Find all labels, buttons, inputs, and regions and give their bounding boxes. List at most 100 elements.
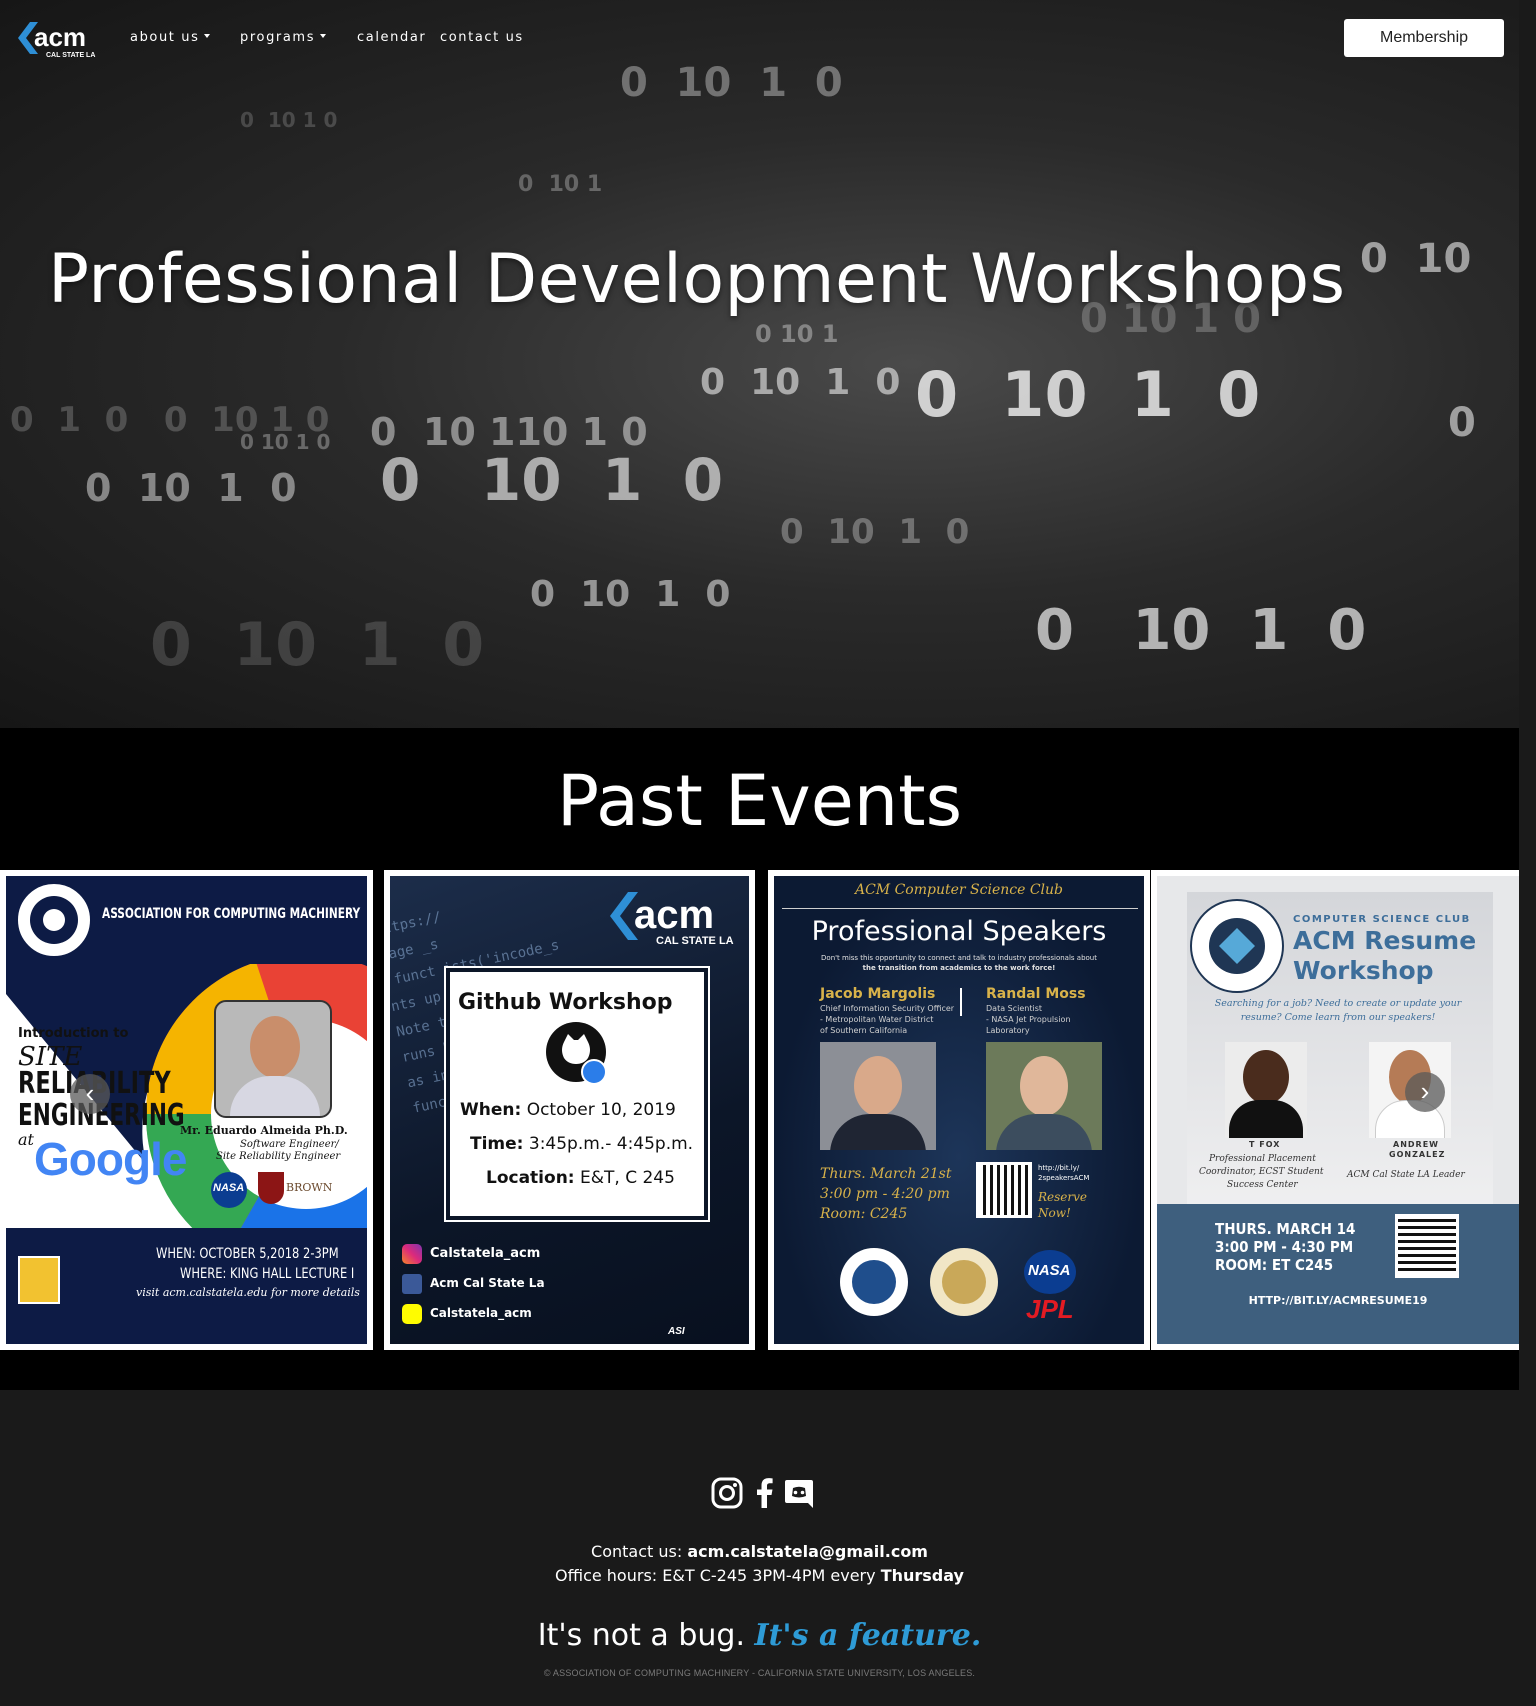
github-location-label: Location: [486,1168,575,1188]
event-poster-speakers[interactable]: ACM Computer Science Club Professional S… [768,870,1150,1350]
poster-company: Google [34,1133,187,1185]
chevron-right-icon: › [1420,1076,1430,1106]
calstatela-logo [18,1256,60,1304]
resume-question1: Searching for a job? Need to create or u… [1214,998,1462,1009]
tagline-part1: It's not a bug. [537,1618,745,1653]
office-hours-line: Office hours: E&T C-245 3PM-4PM every Th… [0,1566,1519,1585]
brown-shield-icon [258,1172,284,1204]
divider [960,988,962,1016]
poster-visit: visit acm.calstatela.edu for more detail… [136,1286,360,1299]
nasa-logo-text: NASA [213,1182,245,1194]
speakers-link1: http://bit.ly/ [1038,1164,1080,1172]
binary-decoration: 0 10 1 0 [380,446,724,514]
speaker1-role2: - Metropolitan Water District [820,1015,934,1024]
speaker1-name: Jacob Margolis [820,986,936,1002]
office-hours-label: Office hours: E&T C-245 3PM-4PM every [555,1566,876,1585]
speaker2-role: ACM Cal State LA Leader [1347,1170,1465,1180]
instagram-icon[interactable] [710,1476,744,1510]
nav-calendar[interactable]: calendar [357,30,426,45]
binary-decoration: 0 10 1 0 [240,108,338,132]
chevron-down-icon [204,34,211,38]
speaker2-photo [986,1042,1102,1150]
poster-facebook: Acm Cal State La [430,1276,545,1290]
qr-code [1395,1214,1459,1278]
binary-decoration: 0 10 1 0 [240,430,331,454]
asi-logo: ASI [668,1326,685,1337]
binary-decoration: 0 10 1 0 [150,610,485,680]
event-poster-github[interactable]: https://kage _s funct ists('incode_s nts … [384,870,755,1350]
tagline: It's not a bug. It's a feature. [0,1618,1519,1653]
nav-contact-us[interactable]: contact us [440,30,524,45]
github-time-label: Time: [470,1134,524,1154]
speaker1-role1: Professional Placement [1209,1154,1316,1164]
poster-at: at [18,1130,34,1149]
github-location: Location: E&T, C 245 [486,1168,675,1188]
acm-logo-poster-text: acm [634,893,714,937]
contact-line: Contact us: acm.calstatela@gmail.com [0,1542,1519,1561]
binary-decoration: 0 10 1 0 [780,512,970,552]
speaker2-name2: GONZALEZ [1389,1150,1446,1159]
acm-seal-icon [1190,899,1284,993]
resume-link: HTTP://BIT.LY/ACMRESUME19 [1248,1294,1428,1307]
acm-logo-poster: acm CAL STATE LA [610,892,734,947]
event-poster-sre[interactable]: ASSOCIATION FOR COMPUTING MACHINERY Intr… [0,870,373,1350]
acm-logo-poster-subtext: CAL STATE LA [656,935,734,947]
binary-decoration: 0 10 1 [518,172,603,197]
speakers-blurb1: Don't miss this opportunity to connect a… [821,954,1097,962]
poster-when: WHEN: OCTOBER 5,2018 2-3PM [156,1246,339,1262]
speaker1-photo [1225,1042,1307,1138]
poster-snapchat: Calstatela_acm [430,1306,532,1320]
membership-button[interactable]: Membership [1344,19,1504,57]
binary-decoration: 0 10 1 0 [700,362,901,403]
nav-about-us[interactable]: about us [130,30,211,45]
speaker2-name1: ANDREW [1393,1140,1439,1149]
resume-question2: resume? Come learn from our speakers! [1240,1012,1436,1023]
acm-seal-icon [840,1248,908,1316]
past-events-title: Past Events [556,760,963,842]
github-when-value: October 10, 2019 [526,1100,676,1120]
speaker2-role3: Laboratory [986,1026,1030,1035]
github-time: Time: 3:45p.m.- 4:45p.m. [470,1134,693,1154]
speaker1-role1: Chief Information Security Officer [820,1004,955,1013]
binary-decoration: 0 [1448,400,1476,446]
speakers-club: ACM Computer Science Club [854,882,1063,898]
github-octocat-icon [546,1022,607,1085]
logo-subtext: CAL STATE LA [46,52,95,59]
speakers-date: Thurs. March 21st [820,1166,952,1182]
acm-logo[interactable]: acm CAL STATE LA [16,16,102,60]
snapchat-icon [402,1304,422,1324]
binary-decoration: 0 10 [1360,236,1472,282]
speaker2-role1: Data Scientist [986,1004,1042,1013]
poster-instagram: Calstatela_acm [430,1246,541,1261]
nasa-logo-text: NASA [1028,1262,1071,1279]
speaker1-role2: Coordinator, ECST Student [1199,1167,1324,1177]
speakers-reserve1: Reserve [1038,1190,1088,1204]
event-poster-resume[interactable]: COMPUTER SCIENCE CLUB ACM Resume Worksho… [1151,870,1519,1350]
instagram-icon [402,1244,422,1264]
resume-club: COMPUTER SCIENCE CLUB [1293,914,1471,925]
poster-intro: Introduction to [18,1026,129,1041]
contact-email-link[interactable]: acm.calstatela@gmail.com [687,1542,928,1561]
past-events-section: Past Events ASSOCIATION FOR COMPUTING MA… [0,728,1519,1390]
speaker1-name: T FOX [1249,1140,1281,1149]
carousel-next-button[interactable]: › [1405,1072,1445,1112]
poster-speaker: Mr. Eduardo Almeida Ph.D. [180,1124,348,1137]
nav-programs-label: programs [240,30,316,45]
binary-decoration: 0 10 110 1 0 [370,410,648,454]
binary-decoration: 0 10 1 0 [915,358,1261,431]
water-district-seal-icon [930,1248,998,1316]
binary-decoration: 0 10 1 0 [530,574,731,615]
facebook-icon [402,1274,422,1294]
speakers-title: Professional Speakers [811,916,1107,947]
facebook-icon[interactable] [748,1476,782,1510]
binary-decoration: 0 10 1 0 [85,466,297,510]
github-when-label: When: [460,1100,522,1120]
nav-programs[interactable]: programs [240,30,327,45]
carousel-prev-button[interactable]: ‹ [70,1074,110,1114]
chevron-down-icon [320,34,327,38]
resume-room: ROOM: ET C245 [1215,1256,1334,1274]
divider [782,908,1138,909]
speaker1-role3: Success Center [1227,1180,1298,1190]
discord-icon[interactable] [782,1476,816,1510]
resume-date: THURS. MARCH 14 [1215,1220,1356,1238]
